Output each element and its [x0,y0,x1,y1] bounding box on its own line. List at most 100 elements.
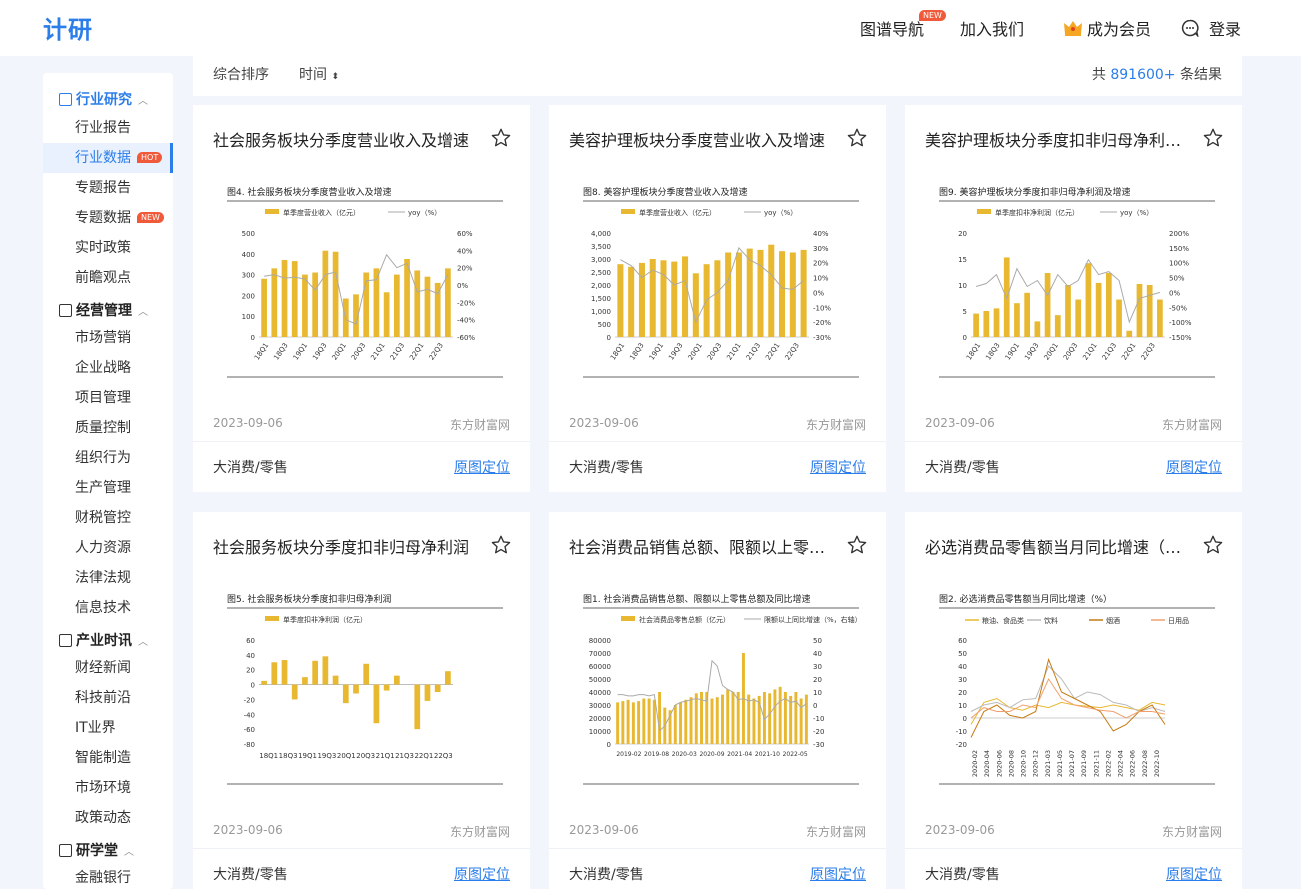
y2-tick-label: -60% [457,334,475,342]
locate-original-link[interactable]: 原图定位 [810,457,866,477]
sidebar-item[interactable]: 生产管理 [43,473,173,503]
card-category[interactable]: 大消费/零售 [925,457,1000,477]
bar [383,684,390,691]
y-tick-label: 2,000 [591,282,611,290]
result-card[interactable]: 社会服务板块分季度营业收入及增速 图4. 社会服务板块分季度营业收入及增速 单季度… [193,105,530,492]
result-card[interactable]: 美容护理板块分季度扣非归母净利润及增速 图9. 美容护理板块分季度扣非归母净利润… [905,105,1242,492]
sidebar-item[interactable]: 法律法规 [43,563,173,593]
chart-title: 图5. 社会服务板块分季度扣非归母净利润 [227,593,391,605]
sidebar-section-industry-research[interactable]: 行业研究 ︿ [59,89,148,109]
sidebar-item[interactable]: 政策动态 [43,803,173,833]
star-icon[interactable] [1202,127,1224,149]
x-tick-label: 2022-04 [1117,750,1125,777]
sidebar-section-academy[interactable]: 研学堂 ︿ [59,840,134,860]
nav-become-member[interactable]: 成为会员 [1063,16,1151,40]
card-category[interactable]: 大消费/零售 [213,457,288,477]
locate-original-link[interactable]: 原图定位 [454,864,510,884]
bar [1065,285,1071,337]
sidebar-item[interactable]: 财经新闻 [43,653,173,683]
x-tick-label: 21Q1 [376,752,395,760]
y-tick-label: 60000 [589,663,611,671]
nav-join-us[interactable]: 加入我们 [960,16,1024,40]
sidebar-item-outlook[interactable]: 前瞻观点 [43,263,173,293]
sidebar-item[interactable]: 科技前沿 [43,683,173,713]
star-icon[interactable] [846,127,868,149]
sidebar-item[interactable]: 金融银行 [43,863,173,889]
card-title[interactable]: 社会服务板块分季度营业收入及增速 [213,127,483,151]
y2-tick-label: 150% [1169,245,1189,253]
bar [1075,299,1082,337]
sidebar-item[interactable]: 市场营销 [43,323,173,353]
x-tick-label: 2021-07 [1068,750,1076,777]
sidebar-item[interactable]: 质量控制 [43,413,173,443]
card-category[interactable]: 大消费/零售 [213,864,288,884]
result-card[interactable]: 社会服务板块分季度扣非归母净利润 图5. 社会服务板块分季度扣非归母净利润 单季度… [193,512,530,889]
chart-thumbnail[interactable]: 图5. 社会服务板块分季度扣非归母净利润单季度扣非净利润（亿元） 60 40 20 0 -… [213,588,510,788]
bar [383,292,390,337]
y2-tick-label: 200% [1169,230,1189,238]
chart-thumbnail[interactable]: 图9. 美容护理板块分季度扣非归母净利润及增速单季度扣非净利润（亿元） yoy（%… [925,181,1222,381]
y-tick-label: 1,500 [591,295,611,303]
card-category[interactable]: 大消费/零售 [925,864,1000,884]
card-title[interactable]: 必选消费品零售额当月同比增速（%） [925,534,1195,558]
sidebar-item[interactable]: 项目管理 [43,383,173,413]
sidebar-item-realtime-policy[interactable]: 实时政策 [43,233,173,263]
sidebar-item-industry-data[interactable]: 行业数据 HOT [43,143,173,173]
chart-thumbnail[interactable]: 图1. 社会消费品销售总额、限额以上零售总额及同比增速社会消费品零售总额（亿元）… [569,588,866,788]
nav-graph-guide[interactable]: 图谱导航 [860,16,924,40]
locate-original-link[interactable]: 原图定位 [1166,457,1222,477]
sidebar-item-topic-report[interactable]: 专题报告 [43,173,173,203]
card-title[interactable]: 美容护理板块分季度扣非归母净利润及增速 [925,127,1195,151]
sidebar-item[interactable]: 组织行为 [43,443,173,473]
result-card[interactable]: 必选消费品零售额当月同比增速（%） 图2. 必选消费品零售额当月同比增速（%） 粮… [905,512,1242,889]
card-category[interactable]: 大消费/零售 [569,864,644,884]
locate-original-link[interactable]: 原图定位 [1166,864,1222,884]
y2-tick-label: 20 [813,676,822,684]
star-icon[interactable] [846,534,868,556]
chart-title: 图8. 美容护理板块分季度营业收入及增速 [583,186,747,198]
sidebar-item[interactable]: 企业战略 [43,353,173,383]
sidebar-item[interactable]: IT业界 [43,713,173,743]
card-date: 2023-09-06 [213,416,283,430]
bar [353,684,359,694]
card-title[interactable]: 社会消费品销售总额、限额以上零售总额及同比增速 [569,534,839,558]
locate-original-link[interactable]: 原图定位 [810,864,866,884]
card-title[interactable]: 美容护理板块分季度营业收入及增速 [569,127,839,151]
chart-thumbnail[interactable]: 图2. 必选消费品零售额当月同比增速（%） 粮油、食品类 饮料 烟酒 日用品 60 50 40… [925,588,1222,788]
sidebar-item-industry-report[interactable]: 行业报告 [43,113,173,143]
result-card[interactable]: 社会消费品销售总额、限额以上零售总额及同比增速 图1. 社会消费品销售总额、限额… [549,512,886,889]
locate-original-link[interactable]: 原图定位 [454,457,510,477]
x-tick-label: 18Q3 [628,342,645,362]
y-tick-label: 10 [958,702,967,710]
sort-default-button[interactable]: 综合排序 [213,64,269,84]
sidebar-item[interactable]: 市场环境 [43,773,173,803]
x-tick-label: 22Q3 [434,752,453,760]
x-tick-label: 20Q1 [337,752,356,760]
site-logo[interactable]: 计研 [43,10,93,45]
star-icon[interactable] [490,127,512,149]
x-tick-label: 2022-08 [1141,750,1149,777]
sidebar-item[interactable]: 智能制造 [43,743,173,773]
legend-swatch [265,616,279,621]
sidebar-item-topic-data[interactable]: 专题数据 NEW [43,203,173,233]
card-title[interactable]: 社会服务板块分季度扣非归母净利润 [213,534,483,558]
sidebar-section-management[interactable]: 经营管理 ︿ [59,300,148,320]
sidebar-item[interactable]: 人力资源 [43,533,173,563]
star-icon[interactable] [490,534,512,556]
chart-thumbnail[interactable]: 图8. 美容护理板块分季度营业收入及增速单季度营业收入（亿元） yoy（%） 4,0… [569,181,866,381]
result-card[interactable]: 美容护理板块分季度营业收入及增速 图8. 美容护理板块分季度营业收入及增速 单季度… [549,105,886,492]
sort-time-button[interactable]: 时间 ⬍ [299,64,339,84]
nav-login[interactable]: 登录 [1181,16,1241,40]
chart-thumbnail[interactable]: 图4. 社会服务板块分季度营业收入及增速单季度营业收入（亿元） yoy（%） 500… [213,181,510,381]
card-category[interactable]: 大消费/零售 [569,457,644,477]
x-tick-label: 19Q1 [1004,342,1021,362]
star-icon[interactable] [1202,534,1224,556]
y-tick-label: 0 [963,334,967,342]
y-tick-label: 20 [958,230,967,238]
sidebar-section-industry-news[interactable]: 产业时讯 ︿ [59,630,148,650]
y2-tick-label: 0% [457,282,468,290]
sidebar-item[interactable]: 财税管控 [43,503,173,533]
bar [414,270,421,337]
x-tick-label: 2022-06 [1129,750,1137,777]
sidebar-item[interactable]: 信息技术 [43,593,173,623]
